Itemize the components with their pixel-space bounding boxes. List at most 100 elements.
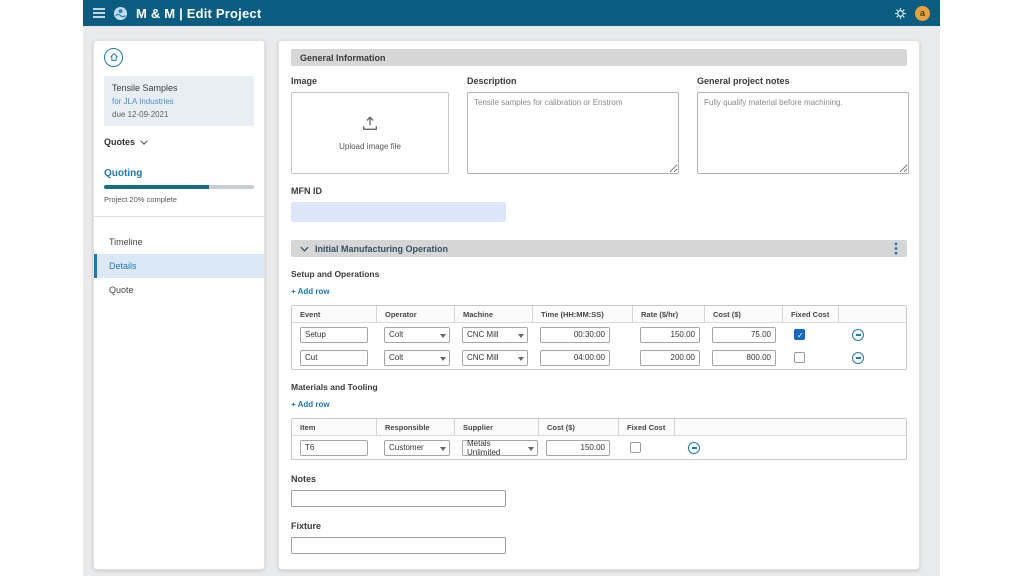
item-input[interactable] bbox=[300, 440, 368, 456]
app-logo-icon bbox=[113, 6, 128, 21]
gear-icon[interactable] bbox=[894, 7, 907, 20]
app-window: M & M | Edit Project a bbox=[83, 0, 940, 576]
materials-table: Item Responsible Supplier Cost ($) Fixed… bbox=[291, 418, 907, 460]
column-header-responsible: Responsible bbox=[376, 419, 454, 435]
cost-input[interactable] bbox=[712, 327, 776, 343]
column-header-event: Event bbox=[292, 306, 376, 322]
column-header-supplier: Supplier bbox=[454, 419, 538, 435]
remove-row-button[interactable] bbox=[852, 352, 864, 364]
materials-table-header: Item Responsible Supplier Cost ($) Fixed… bbox=[292, 419, 906, 436]
menu-icon[interactable] bbox=[93, 8, 105, 18]
active-section-label[interactable]: Quoting bbox=[104, 168, 254, 179]
chevron-down-icon bbox=[518, 334, 524, 338]
operator-select[interactable]: Colt bbox=[384, 327, 450, 343]
operations-table: Event Operator Machine Time (HH:MM:SS) R… bbox=[291, 305, 907, 370]
rate-input[interactable] bbox=[640, 350, 700, 366]
image-upload-dropzone[interactable]: Upload image file bbox=[291, 92, 449, 174]
add-operation-row-link[interactable]: + Add row bbox=[291, 287, 330, 296]
event-input[interactable] bbox=[300, 327, 368, 343]
column-header-actions bbox=[838, 306, 906, 322]
remove-row-button[interactable] bbox=[852, 329, 864, 341]
machine-select-value: CNC Mill bbox=[467, 353, 499, 362]
general-info-grid: Image Up bbox=[291, 76, 907, 174]
operator-select-value: Colt bbox=[389, 330, 403, 339]
supplier-select[interactable]: Metals Unlimited bbox=[462, 440, 538, 456]
time-input[interactable] bbox=[540, 327, 610, 343]
general-project-notes-textarea[interactable]: Fully qualify material before machining. bbox=[697, 92, 909, 174]
column-header-machine: Machine bbox=[454, 306, 532, 322]
materials-and-tooling-title: Materials and Tooling bbox=[291, 382, 907, 392]
page: M & M | Edit Project a bbox=[0, 0, 1024, 576]
progress-text: Project 20% complete bbox=[104, 195, 254, 204]
project-client-link[interactable]: for JLA Industries bbox=[112, 97, 246, 106]
remove-row-button[interactable] bbox=[688, 442, 700, 454]
description-column: Description Tensile samples for calibrat… bbox=[467, 76, 679, 174]
quotes-toggle[interactable]: Quotes bbox=[104, 137, 254, 147]
main-panel: General Information Image bbox=[278, 40, 920, 570]
event-input[interactable] bbox=[300, 350, 368, 366]
avatar[interactable]: a bbox=[915, 6, 930, 21]
image-label: Image bbox=[291, 76, 449, 86]
general-information-title: General Information bbox=[300, 53, 386, 63]
machine-select[interactable]: CNC Mill bbox=[462, 327, 528, 343]
sidebar-item-quote[interactable]: Quote bbox=[94, 278, 264, 302]
add-material-row-link[interactable]: + Add row bbox=[291, 400, 330, 409]
notes-input[interactable] bbox=[291, 490, 506, 507]
sidebar-nav: Timeline Details Quote bbox=[94, 230, 264, 302]
column-header-fixed-cost: Fixed Cost bbox=[782, 306, 838, 322]
description-label: Description bbox=[467, 76, 679, 86]
chevron-down-icon bbox=[140, 137, 148, 147]
fixed-cost-checkbox[interactable] bbox=[794, 329, 805, 340]
responsible-select[interactable]: Customer bbox=[384, 440, 450, 456]
fixed-cost-checkbox[interactable] bbox=[794, 352, 805, 363]
sidebar: Tensile Samples for JLA Industries due 1… bbox=[93, 40, 265, 570]
operator-select[interactable]: Colt bbox=[384, 350, 450, 366]
chevron-down-icon bbox=[440, 357, 446, 361]
avatar-letter: a bbox=[920, 8, 925, 18]
chevron-down-icon bbox=[518, 357, 524, 361]
material-cost-input[interactable] bbox=[546, 440, 610, 456]
sidebar-item-details[interactable]: Details bbox=[94, 254, 264, 278]
image-column: Image Up bbox=[291, 76, 449, 174]
app-body: Tensile Samples for JLA Industries due 1… bbox=[83, 26, 940, 576]
table-row: Colt CNC Mill bbox=[292, 346, 906, 369]
cost-input[interactable] bbox=[712, 350, 776, 366]
column-header-rate: Rate ($/hr) bbox=[632, 306, 704, 322]
project-notes-column: General project notes Fully qualify mate… bbox=[697, 76, 909, 174]
project-name: Tensile Samples bbox=[112, 83, 246, 93]
home-button[interactable] bbox=[104, 48, 123, 67]
fixture-label: Fixture bbox=[291, 521, 907, 531]
column-header-actions bbox=[674, 419, 906, 435]
fixture-input[interactable] bbox=[291, 537, 506, 554]
chevron-down-icon bbox=[528, 447, 534, 451]
setup-and-operations-title: Setup and Operations bbox=[291, 269, 907, 279]
column-header-operator: Operator bbox=[376, 306, 454, 322]
rate-input[interactable] bbox=[640, 327, 700, 343]
section-initial-manufacturing-operation[interactable]: Initial Manufacturing Operation bbox=[291, 240, 907, 257]
fixed-cost-checkbox[interactable] bbox=[630, 442, 641, 453]
progress-bar-fill bbox=[104, 185, 209, 189]
description-textarea[interactable]: Tensile samples for calibration or Enstr… bbox=[467, 92, 679, 174]
sidebar-divider bbox=[94, 216, 264, 217]
project-summary: Tensile Samples for JLA Industries due 1… bbox=[104, 76, 254, 126]
chevron-down-icon bbox=[440, 334, 446, 338]
kebab-menu-icon[interactable] bbox=[894, 242, 898, 255]
table-row: Colt CNC Mill bbox=[292, 323, 906, 346]
general-project-notes-label: General project notes bbox=[697, 76, 909, 86]
chevron-down-icon bbox=[300, 246, 309, 252]
mfn-id-input[interactable] bbox=[291, 202, 506, 222]
machine-select-value: CNC Mill bbox=[467, 330, 499, 339]
table-row: Customer Metals Unlimited bbox=[292, 436, 906, 459]
progress-bar bbox=[104, 185, 254, 189]
supplier-select-value: Metals Unlimited bbox=[467, 439, 524, 457]
time-input[interactable] bbox=[540, 350, 610, 366]
operator-select-value: Colt bbox=[389, 353, 403, 362]
mfn-id-label: MFN ID bbox=[291, 186, 907, 196]
sidebar-item-timeline[interactable]: Timeline bbox=[94, 230, 264, 254]
notes-label: Notes bbox=[291, 474, 907, 484]
chevron-down-icon bbox=[440, 447, 446, 451]
project-due-date: due 12-09-2021 bbox=[112, 110, 246, 119]
responsible-select-value: Customer bbox=[389, 443, 424, 452]
section-general-information: General Information bbox=[291, 49, 907, 66]
machine-select[interactable]: CNC Mill bbox=[462, 350, 528, 366]
